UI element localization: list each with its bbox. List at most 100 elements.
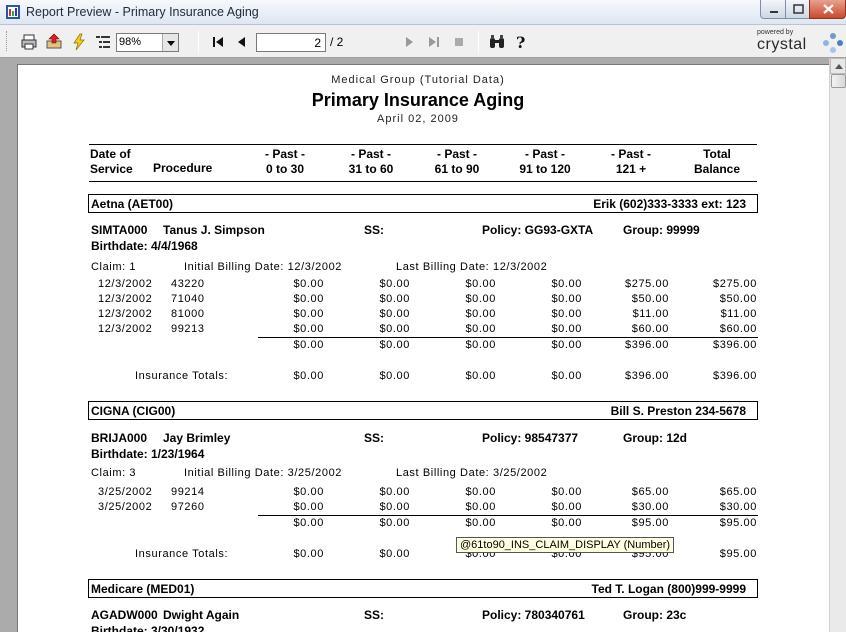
first-page-icon[interactable] xyxy=(209,33,227,51)
amount-0-30: $0.00 xyxy=(293,323,324,335)
subtotal-91-120: $0.00 xyxy=(551,517,582,529)
subtotal-31-60: $0.00 xyxy=(379,339,410,351)
col-past-61-90: - Past - 61 to 90 xyxy=(422,147,492,177)
toolbar-separator xyxy=(478,31,479,53)
amount-91-120: $0.00 xyxy=(551,486,582,498)
help-icon[interactable]: ? xyxy=(512,33,530,51)
search-binoculars-icon[interactable] xyxy=(488,33,506,51)
scroll-up-button[interactable] xyxy=(830,58,846,74)
total-0-30: $0.00 xyxy=(293,548,324,560)
group-tree-icon[interactable] xyxy=(94,33,112,51)
insurer-contact: Bill S. Preston 234-5678 xyxy=(610,404,746,418)
subtotal-total: $396.00 xyxy=(713,339,757,351)
patient-name: Tanus J. Simpson xyxy=(163,223,265,237)
policy: Policy: GG93-GXTA xyxy=(482,223,594,237)
amount-total: $50.00 xyxy=(719,293,757,305)
title-bar: Report Preview - Primary Insurance Aging xyxy=(0,0,846,25)
amount-121-plus: $50.00 xyxy=(631,293,669,305)
zoom-select[interactable]: 98% xyxy=(116,33,179,52)
insurer-name: Medicare (MED01) xyxy=(91,582,195,596)
vertical-scrollbar[interactable] xyxy=(829,58,846,632)
total-balance: $95.00 xyxy=(719,548,757,560)
minimize-button[interactable] xyxy=(760,0,786,19)
ss-label: SS: xyxy=(364,223,385,237)
subtotal-line xyxy=(258,515,758,516)
insurer-name: CIGNA (CIG00) xyxy=(91,404,176,418)
service-date: 12/3/2002 xyxy=(98,293,153,305)
insurance-totals-label: Insurance Totals: xyxy=(135,548,229,560)
page-number-input[interactable]: 2 xyxy=(256,33,326,52)
claim-number: Claim: 1 xyxy=(91,261,137,273)
col-range-label: 91 to 120 xyxy=(519,162,571,176)
patient-name: Dwight Again xyxy=(163,608,240,622)
birthdate: Birthdate: 3/30/1932 xyxy=(91,624,205,632)
report-viewer[interactable]: Medical Group (Tutorial Data) Primary In… xyxy=(0,58,829,632)
amount-total: $11.00 xyxy=(720,308,757,320)
header-top-line xyxy=(89,144,757,145)
procedure-code: 43220 xyxy=(171,278,205,290)
ss-label: SS: xyxy=(364,431,385,445)
amount-121-plus: $275.00 xyxy=(625,278,669,290)
total-31-60: $0.00 xyxy=(379,370,410,382)
subtotal-91-120: $0.00 xyxy=(551,339,582,351)
amount-31-60: $0.00 xyxy=(379,293,410,305)
print-icon[interactable] xyxy=(20,33,38,51)
col-range-label: 0 to 30 xyxy=(265,162,304,176)
amount-91-120: $0.00 xyxy=(551,501,582,513)
crystal-dots-icon xyxy=(823,33,843,53)
total-121-plus: $396.00 xyxy=(625,370,669,382)
amount-61-90: $0.00 xyxy=(465,293,496,305)
col-past-label: - Past - xyxy=(436,147,477,161)
next-page-icon[interactable] xyxy=(400,33,418,51)
app-icon xyxy=(6,5,20,19)
amount-total: $65.00 xyxy=(719,486,757,498)
service-date: 3/25/2002 xyxy=(98,501,153,513)
total-balance: $396.00 xyxy=(713,370,757,382)
amount-0-30: $0.00 xyxy=(293,278,324,290)
amount-61-90: $0.00 xyxy=(465,501,496,513)
amount-61-90: $0.00 xyxy=(465,278,496,290)
last-page-icon[interactable] xyxy=(425,33,443,51)
col-date: Date of Service xyxy=(90,147,133,177)
close-button[interactable] xyxy=(809,0,846,19)
subtotal-121-plus: $396.00 xyxy=(625,339,669,351)
refresh-lightning-icon[interactable] xyxy=(70,33,88,51)
col-total-label: Total xyxy=(703,147,731,161)
amount-121-plus: $60.00 xyxy=(631,323,669,335)
col-past-91-120: - Past - 91 to 120 xyxy=(508,147,582,177)
export-icon[interactable] xyxy=(45,33,63,51)
group-number: Group: 23c xyxy=(623,608,687,622)
amount-0-30: $0.00 xyxy=(293,501,324,513)
stop-icon[interactable] xyxy=(450,33,468,51)
logo-powered-by: powered by xyxy=(757,29,794,36)
col-balance-label: Balance xyxy=(693,162,741,176)
report-org: Medical Group (Tutorial Data) xyxy=(331,74,505,86)
col-range-label: 61 to 90 xyxy=(434,162,480,176)
chevron-down-icon[interactable] xyxy=(162,34,178,51)
amount-0-30: $0.00 xyxy=(293,486,324,498)
amount-31-60: $0.00 xyxy=(379,501,410,513)
col-range-label: 121 + xyxy=(615,162,647,176)
col-past-label: - Past - xyxy=(264,147,305,161)
col-total-balance: Total Balance xyxy=(682,147,752,177)
procedure-code: 71040 xyxy=(171,293,205,305)
amount-61-90: $0.00 xyxy=(465,308,496,320)
toolbar-grip xyxy=(6,31,9,51)
procedure-code: 99213 xyxy=(171,323,205,335)
amount-total: $60.00 xyxy=(719,323,757,335)
amount-91-120: $0.00 xyxy=(551,278,582,290)
amount-31-60: $0.00 xyxy=(379,308,410,320)
previous-page-icon[interactable] xyxy=(233,33,251,51)
birthdate: Birthdate: 4/4/1968 xyxy=(91,239,198,253)
scroll-thumb[interactable] xyxy=(831,74,846,88)
procedure-code: 97260 xyxy=(171,501,205,513)
col-past-121-plus: - Past - 121 + xyxy=(596,147,666,177)
subtotal-0-30: $0.00 xyxy=(293,339,324,351)
amount-121-plus: $11.00 xyxy=(632,308,669,320)
page-total: / 2 xyxy=(330,35,344,49)
amount-91-120: $0.00 xyxy=(551,308,582,320)
amount-61-90: $0.00 xyxy=(465,323,496,335)
maximize-button[interactable] xyxy=(785,0,810,19)
zoom-value: 98% xyxy=(119,36,142,48)
amount-31-60: $0.00 xyxy=(379,486,410,498)
